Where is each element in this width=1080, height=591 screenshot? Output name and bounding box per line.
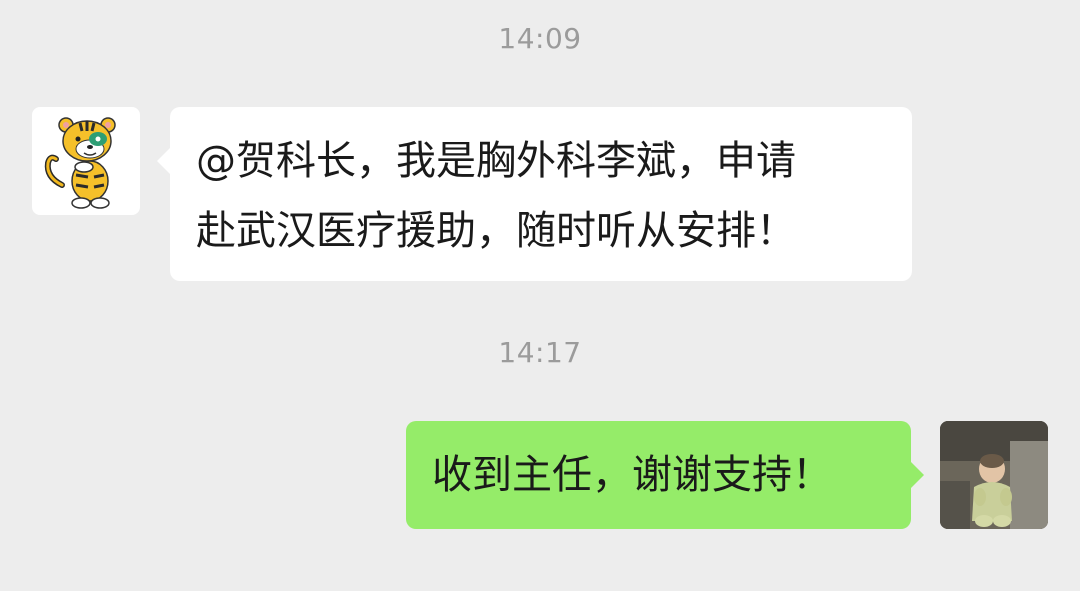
outgoing-message-bubble[interactable]: 收到主任，谢谢支持！ [406,421,924,529]
message-text-line: 赴武汉医疗援助，随时听从安排！ [196,208,796,254]
message-timestamp: 14:17 [498,336,582,369]
message-text-line: 收到主任，谢谢支持！ [432,452,832,498]
cartoon-tiger-icon [44,117,116,209]
message-text-line: @贺科长，我是胸外科李斌，申请 [196,138,796,184]
message-timestamp: 14:09 [498,22,582,55]
contact-avatar[interactable] [32,107,140,215]
baby-photo-avatar [940,421,1048,529]
my-avatar[interactable] [940,421,1048,529]
incoming-message-bubble[interactable]: @贺科长，我是胸外科李斌，申请 赴武汉医疗援助，随时听从安排！ [157,107,912,281]
